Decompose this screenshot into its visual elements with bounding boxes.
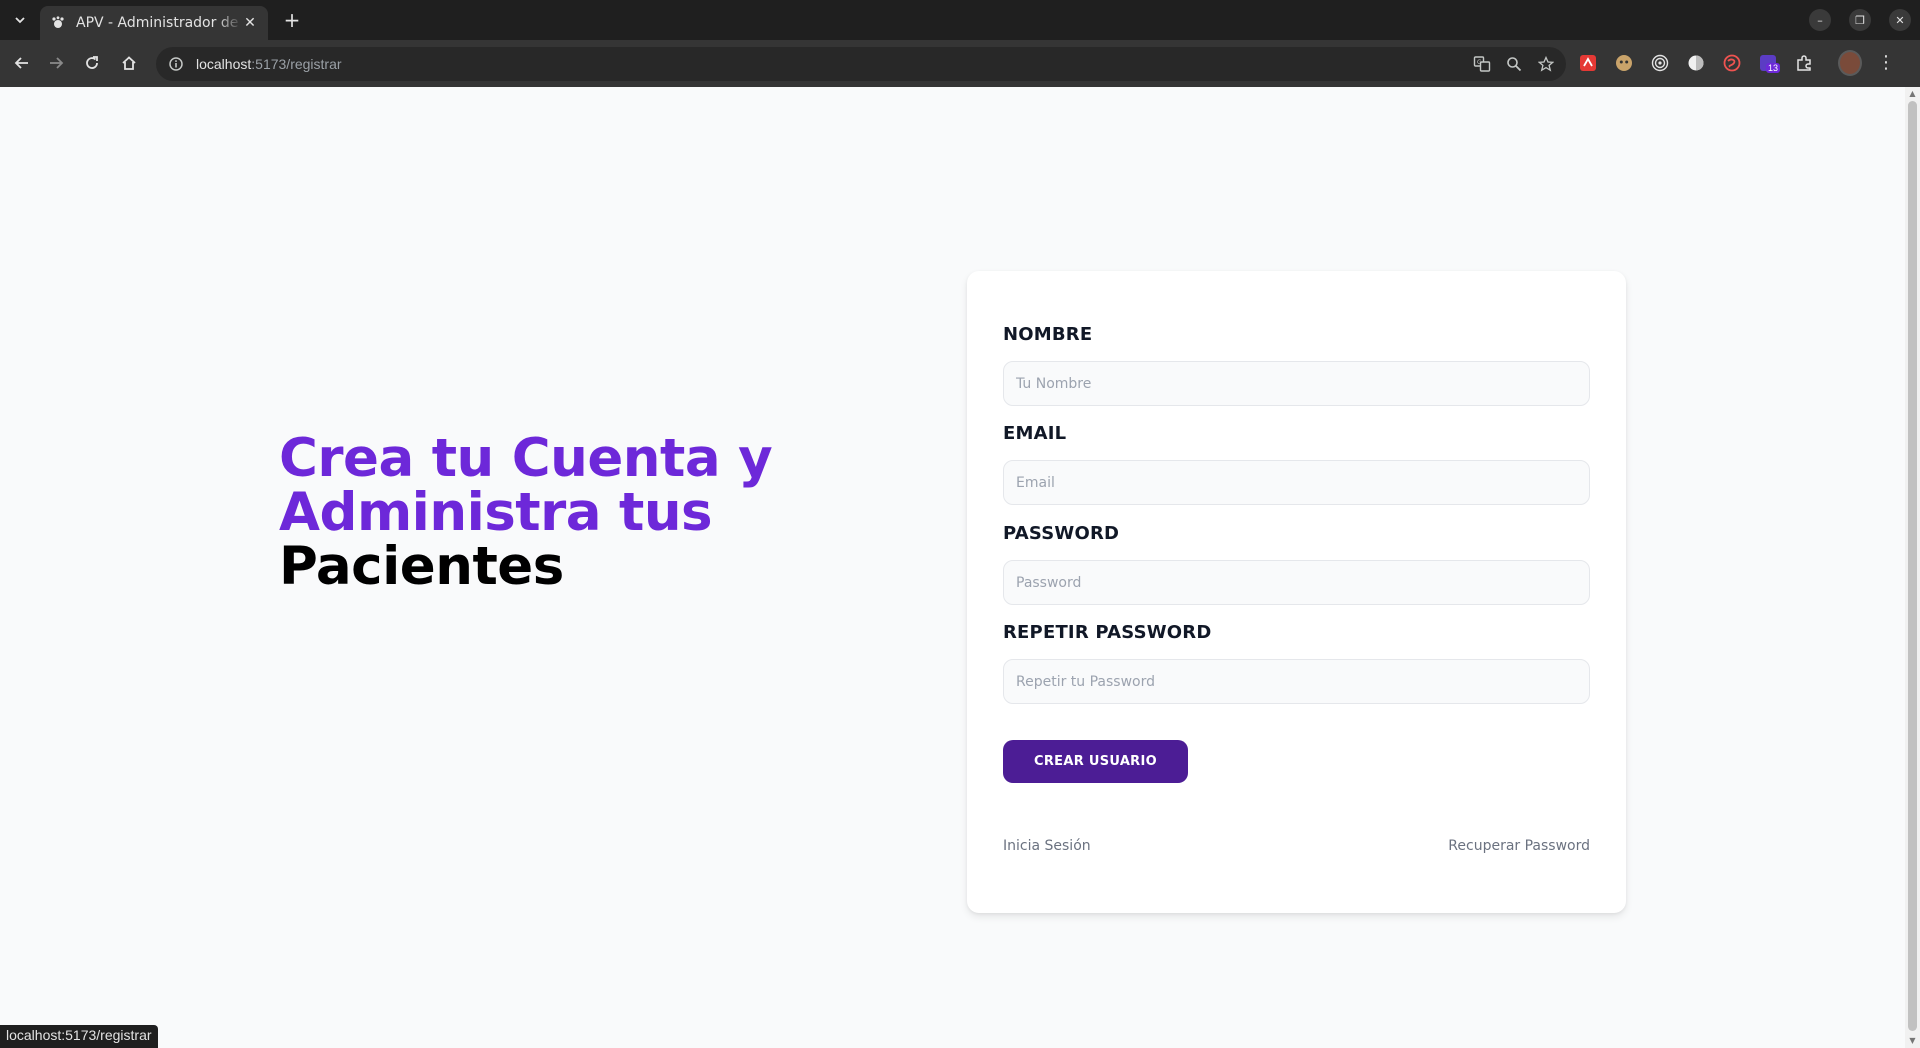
avatar <box>1838 50 1862 76</box>
tab-title: APV - Administrador de Pacientes <box>76 15 242 31</box>
url-host: localhost <box>196 56 252 72</box>
email-input[interactable] <box>1003 460 1590 505</box>
svg-text:G: G <box>1477 59 1482 66</box>
extension-badge-count: 13 <box>1766 63 1781 73</box>
extension-badge-icon[interactable]: 13 <box>1756 51 1781 75</box>
forward-arrow-icon[interactable] <box>44 51 68 75</box>
password-label: PASSWORD <box>1003 523 1120 544</box>
back-arrow-icon[interactable] <box>10 51 34 75</box>
page-scrollbar[interactable]: ▲ ▼ <box>1905 87 1920 1048</box>
zoom-icon[interactable] <box>1502 52 1526 76</box>
extensions-puzzle-icon[interactable] <box>1792 51 1816 75</box>
window-controls: – ❐ ✕ <box>1800 0 1920 40</box>
translate-icon[interactable]: G <box>1470 52 1494 76</box>
extension-red-icon[interactable] <box>1576 51 1600 75</box>
register-form-card: NOMBRE EMAIL PASSWORD REPETIR PASSWORD C… <box>967 271 1626 913</box>
site-info-icon[interactable] <box>166 54 186 74</box>
page-viewport: Crea tu Cuenta y Administra tus Paciente… <box>0 87 1905 1048</box>
password-field: PASSWORD <box>1003 523 1590 605</box>
minimize-icon[interactable]: – <box>1809 9 1831 31</box>
profile-avatar[interactable] <box>1838 50 1862 76</box>
browser-tab-active[interactable]: APV - Administrador de Pacientes ✕ <box>40 6 268 40</box>
repetir-password-input[interactable] <box>1003 659 1590 704</box>
hero-heading: Crea tu Cuenta y Administra tus Paciente… <box>279 432 959 594</box>
reload-icon[interactable] <box>80 51 104 75</box>
recuperar-password-link[interactable]: Recuperar Password <box>1448 838 1590 854</box>
password-input[interactable] <box>1003 560 1590 605</box>
repetir-password-field: REPETIR PASSWORD <box>1003 622 1590 704</box>
title-dark: Pacientes <box>279 536 564 597</box>
address-url: localhost:5173/registrar <box>196 56 342 72</box>
close-window-icon[interactable]: ✕ <box>1889 9 1911 31</box>
browser-menu-icon[interactable]: ⋮ <box>1874 51 1898 75</box>
url-path: :5173/registrar <box>251 56 342 72</box>
extension-swirl-icon[interactable] <box>1720 51 1744 75</box>
browser-toolbar: localhost:5173/registrar G 13 ⋮ <box>0 40 1920 87</box>
tab-favicon-icon <box>50 15 66 31</box>
repetir-password-label: REPETIR PASSWORD <box>1003 622 1212 643</box>
status-bar-url: localhost:5173/registrar <box>0 1025 158 1048</box>
extension-target-icon[interactable] <box>1648 51 1672 75</box>
extension-white-circle-icon[interactable] <box>1684 51 1708 75</box>
scroll-down-icon[interactable]: ▼ <box>1907 1036 1918 1046</box>
bookmark-star-icon[interactable] <box>1534 52 1558 76</box>
home-icon[interactable] <box>117 51 141 75</box>
tab-search-chevron-icon[interactable] <box>8 8 32 32</box>
restore-icon[interactable]: ❐ <box>1849 9 1871 31</box>
extension-face-icon[interactable] <box>1612 51 1636 75</box>
address-bar[interactable]: localhost:5173/registrar G <box>156 47 1566 81</box>
crear-usuario-button[interactable]: CREAR USUARIO <box>1003 740 1188 783</box>
new-tab-button[interactable]: + <box>280 8 304 32</box>
email-field: EMAIL <box>1003 423 1590 505</box>
page-title: Crea tu Cuenta y Administra tus Paciente… <box>279 432 959 594</box>
email-label: EMAIL <box>1003 423 1067 444</box>
title-accent: Crea tu Cuenta y Administra tus <box>279 428 773 543</box>
scroll-up-icon[interactable]: ▲ <box>1907 89 1918 99</box>
nombre-input[interactable] <box>1003 361 1590 406</box>
scroll-thumb[interactable] <box>1908 101 1917 1031</box>
address-bar-actions: G <box>1462 52 1558 76</box>
nombre-label: NOMBRE <box>1003 324 1093 345</box>
inicia-sesion-link[interactable]: Inicia Sesión <box>1003 838 1091 854</box>
browser-tabstrip: APV - Administrador de Pacientes ✕ + – ❐… <box>0 0 1920 40</box>
extensions-area: 13 ⋮ <box>1576 50 1910 76</box>
tab-close-icon[interactable]: ✕ <box>242 15 258 31</box>
nombre-field: NOMBRE <box>1003 324 1590 406</box>
